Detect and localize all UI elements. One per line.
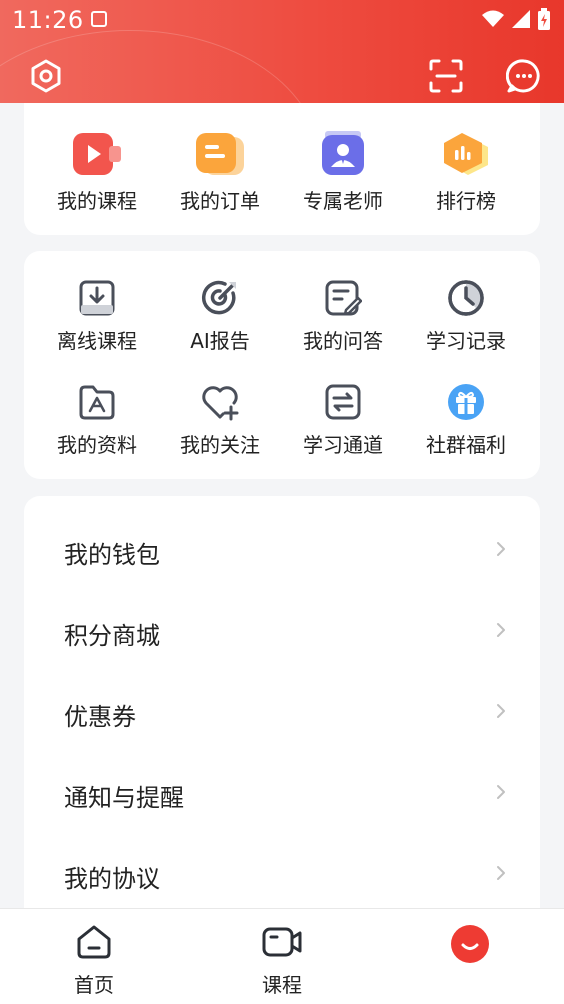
nav-item-home[interactable]: 首页	[44, 923, 144, 998]
menu-item-label: 通知与提醒	[64, 784, 184, 812]
chevron-right-icon	[497, 623, 505, 637]
status-indicators	[482, 8, 550, 30]
menu-item-agreements[interactable]: 我的协议	[24, 835, 540, 916]
grid-item-label: 我的课程	[57, 189, 137, 213]
menu-item-notifications[interactable]: 通知与提醒	[24, 754, 540, 835]
grid-item-study-channel[interactable]: 学习通道	[283, 383, 403, 458]
signal-icon	[512, 10, 530, 28]
bottom-nav: 首页 课程	[0, 908, 564, 1004]
tools-card: 离线课程 AI报告 我的问答 学习记录 我的资料 我的关注 学习通道 社群福利	[24, 251, 540, 479]
grid-item-my-follows[interactable]: 我的关注	[160, 383, 280, 458]
qa-icon	[325, 280, 362, 316]
grid-item-label: 我的关注	[180, 433, 260, 457]
chevron-right-icon	[497, 542, 505, 556]
settings-icon[interactable]	[28, 58, 64, 94]
grid-item-label: 学习通道	[303, 433, 383, 457]
grid-item-label: 我的订单	[180, 189, 260, 213]
video-camera-icon	[262, 927, 302, 957]
target-icon	[202, 280, 236, 315]
scan-icon[interactable]	[428, 58, 464, 94]
download-icon	[79, 280, 115, 316]
video-icon	[73, 133, 121, 175]
menu-item-coupons[interactable]: 优惠券	[24, 673, 540, 754]
grid-item-label: 学习记录	[426, 329, 506, 353]
grid-item-label: 排行榜	[436, 189, 496, 213]
menu-item-label: 积分商城	[64, 622, 160, 650]
grid-item-label: 社群福利	[426, 433, 506, 457]
menu-item-label: 我的钱包	[64, 541, 160, 569]
wifi-icon	[482, 10, 504, 27]
grid-item-label: 我的问答	[303, 329, 383, 353]
grid-item-ranking[interactable]: 排行榜	[406, 131, 526, 214]
order-icon	[196, 133, 244, 175]
teacher-icon	[322, 131, 364, 175]
folder-icon	[79, 385, 115, 420]
grid-item-offline-courses[interactable]: 离线课程	[37, 279, 157, 354]
shortcut-card: 我的课程 我的订单 专属老师 排行榜	[24, 103, 540, 235]
heart-icon	[202, 386, 239, 421]
grid-item-my-qa[interactable]: 我的问答	[283, 279, 403, 354]
message-icon[interactable]	[506, 58, 542, 94]
ranking-icon	[444, 133, 488, 175]
nav-item-profile[interactable]	[420, 923, 520, 973]
grid-item-ai-report[interactable]: AI报告	[160, 279, 280, 354]
grid-item-label: AI报告	[190, 329, 250, 353]
grid-item-label: 离线课程	[57, 329, 137, 353]
menu-item-wallet[interactable]: 我的钱包	[24, 511, 540, 592]
menu-item-label: 我的协议	[64, 865, 160, 893]
menu-item-label: 优惠券	[64, 703, 136, 731]
menu-item-points-mall[interactable]: 积分商城	[24, 592, 540, 673]
clock-icon	[448, 280, 484, 316]
profile-face-icon	[451, 925, 489, 963]
grid-item-exclusive-teacher[interactable]: 专属老师	[283, 131, 403, 214]
grid-item-study-records[interactable]: 学习记录	[406, 279, 526, 354]
swap-icon	[325, 384, 361, 420]
grid-item-community-benefits[interactable]: 社群福利	[406, 383, 526, 458]
chevron-right-icon	[497, 785, 505, 799]
grid-item-my-orders[interactable]: 我的订单	[160, 131, 280, 214]
status-time: 11:26	[12, 6, 84, 34]
nav-item-label: 首页	[74, 973, 114, 997]
menu-card: 我的钱包 积分商城 优惠券 通知与提醒 我的协议	[24, 496, 540, 926]
nav-item-courses[interactable]: 课程	[232, 923, 332, 998]
chevron-right-icon	[497, 866, 505, 880]
nav-item-label: 课程	[262, 973, 302, 997]
grid-item-my-materials[interactable]: 我的资料	[37, 383, 157, 458]
grid-item-label: 我的资料	[57, 433, 137, 457]
gift-icon	[448, 384, 484, 420]
battery-icon	[538, 8, 550, 30]
grid-item-my-courses[interactable]: 我的课程	[37, 131, 157, 214]
chevron-right-icon	[497, 704, 505, 718]
grid-item-label: 专属老师	[303, 189, 383, 213]
header: 11:26	[0, 0, 564, 103]
home-icon	[77, 925, 111, 959]
status-app-icon	[91, 11, 107, 27]
